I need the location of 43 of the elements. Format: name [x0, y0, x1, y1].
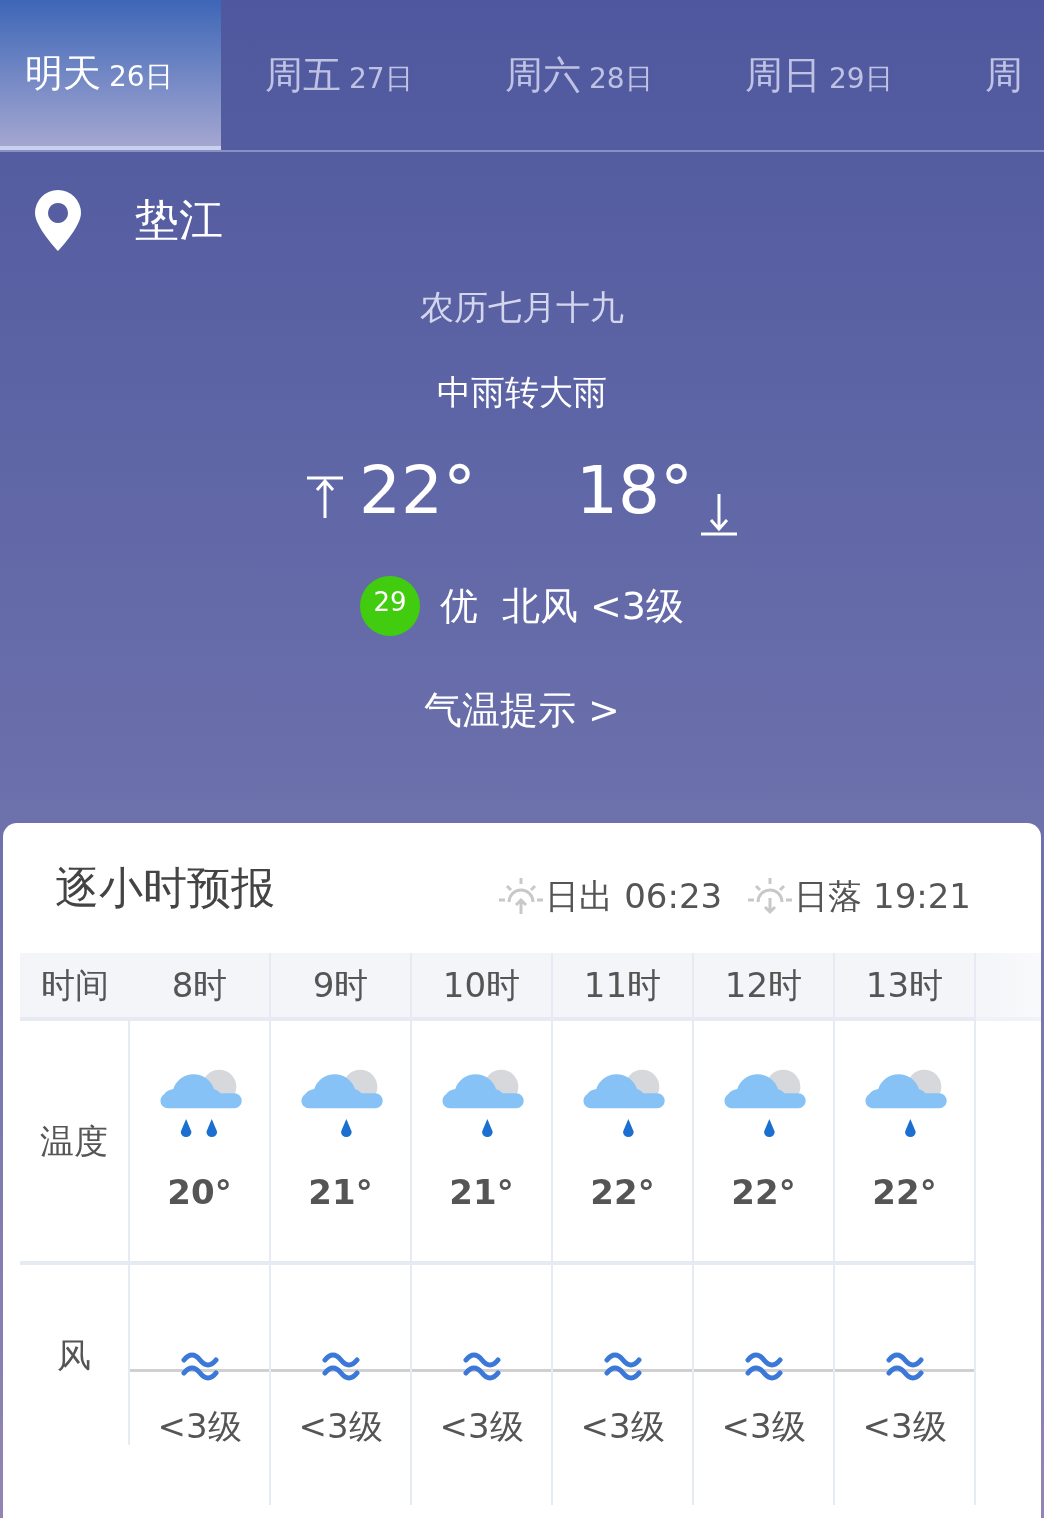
low-temperature: 18° [576, 458, 693, 524]
location-name: 垫江 [135, 193, 223, 247]
hourly-wind: <3级 [298, 1405, 383, 1448]
day-tab[interactable]: 明天 26日 [0, 0, 221, 150]
hourly-temperature: 20° [167, 1175, 232, 1209]
hourly-temperature: 21° [308, 1175, 373, 1209]
table-header-cell: 时间 [20, 953, 130, 1021]
high-temp-arrow-icon [305, 476, 345, 518]
air-quality-level: 优 [439, 582, 478, 630]
wind-info: 北风 <3级 [501, 582, 685, 630]
table-header-cell: 13时 [835, 953, 974, 1021]
table-header-cell: 9时 [271, 953, 410, 1021]
sunrise-time: 日出 06:23 [545, 874, 723, 918]
row-label: 温度 [20, 1021, 130, 1265]
hourly-wind: <3级 [862, 1405, 947, 1448]
day-tab[interactable]: 周六 28日 [480, 0, 701, 150]
lunar-date: 农历七月十九 [420, 286, 624, 329]
hourly-wind: <3级 [157, 1405, 242, 1448]
day-tab[interactable]: 周日 29日 [720, 0, 941, 150]
sunset-time: 日落 19:21 [794, 874, 971, 918]
weather-condition: 中雨转大雨 [437, 371, 607, 414]
hourly-temperature: 22° [731, 1175, 796, 1209]
hourly-wind: <3级 [721, 1405, 806, 1448]
hourly-temperature: 21° [449, 1175, 514, 1209]
table-header-cell: 12时 [694, 953, 833, 1021]
table-header-cell: 10时 [412, 953, 551, 1021]
section-title: 逐小时预报 [55, 861, 275, 915]
hourly-temperature: 22° [872, 1175, 937, 1209]
sunrise-icon [497, 876, 546, 916]
low-temp-arrow-icon [699, 494, 739, 536]
high-temperature: 22° [359, 458, 476, 524]
aqi-badge: 29 [359, 576, 420, 636]
temperature-tips-link[interactable]: 气温提示 > [424, 682, 620, 739]
hourly-temperature: 22° [590, 1175, 655, 1209]
location-pin-icon [33, 188, 83, 252]
sunset-icon [746, 876, 795, 916]
table-header-cell: 8时 [130, 953, 269, 1021]
hourly-wind: <3级 [580, 1405, 665, 1448]
row-label: 风 [20, 1265, 130, 1445]
hourly-wind: <3级 [439, 1405, 524, 1448]
day-tab[interactable]: 周五 27日 [240, 0, 461, 150]
table-header-cell: 11时 [553, 953, 692, 1021]
day-tab[interactable]: 周 [960, 0, 1044, 150]
